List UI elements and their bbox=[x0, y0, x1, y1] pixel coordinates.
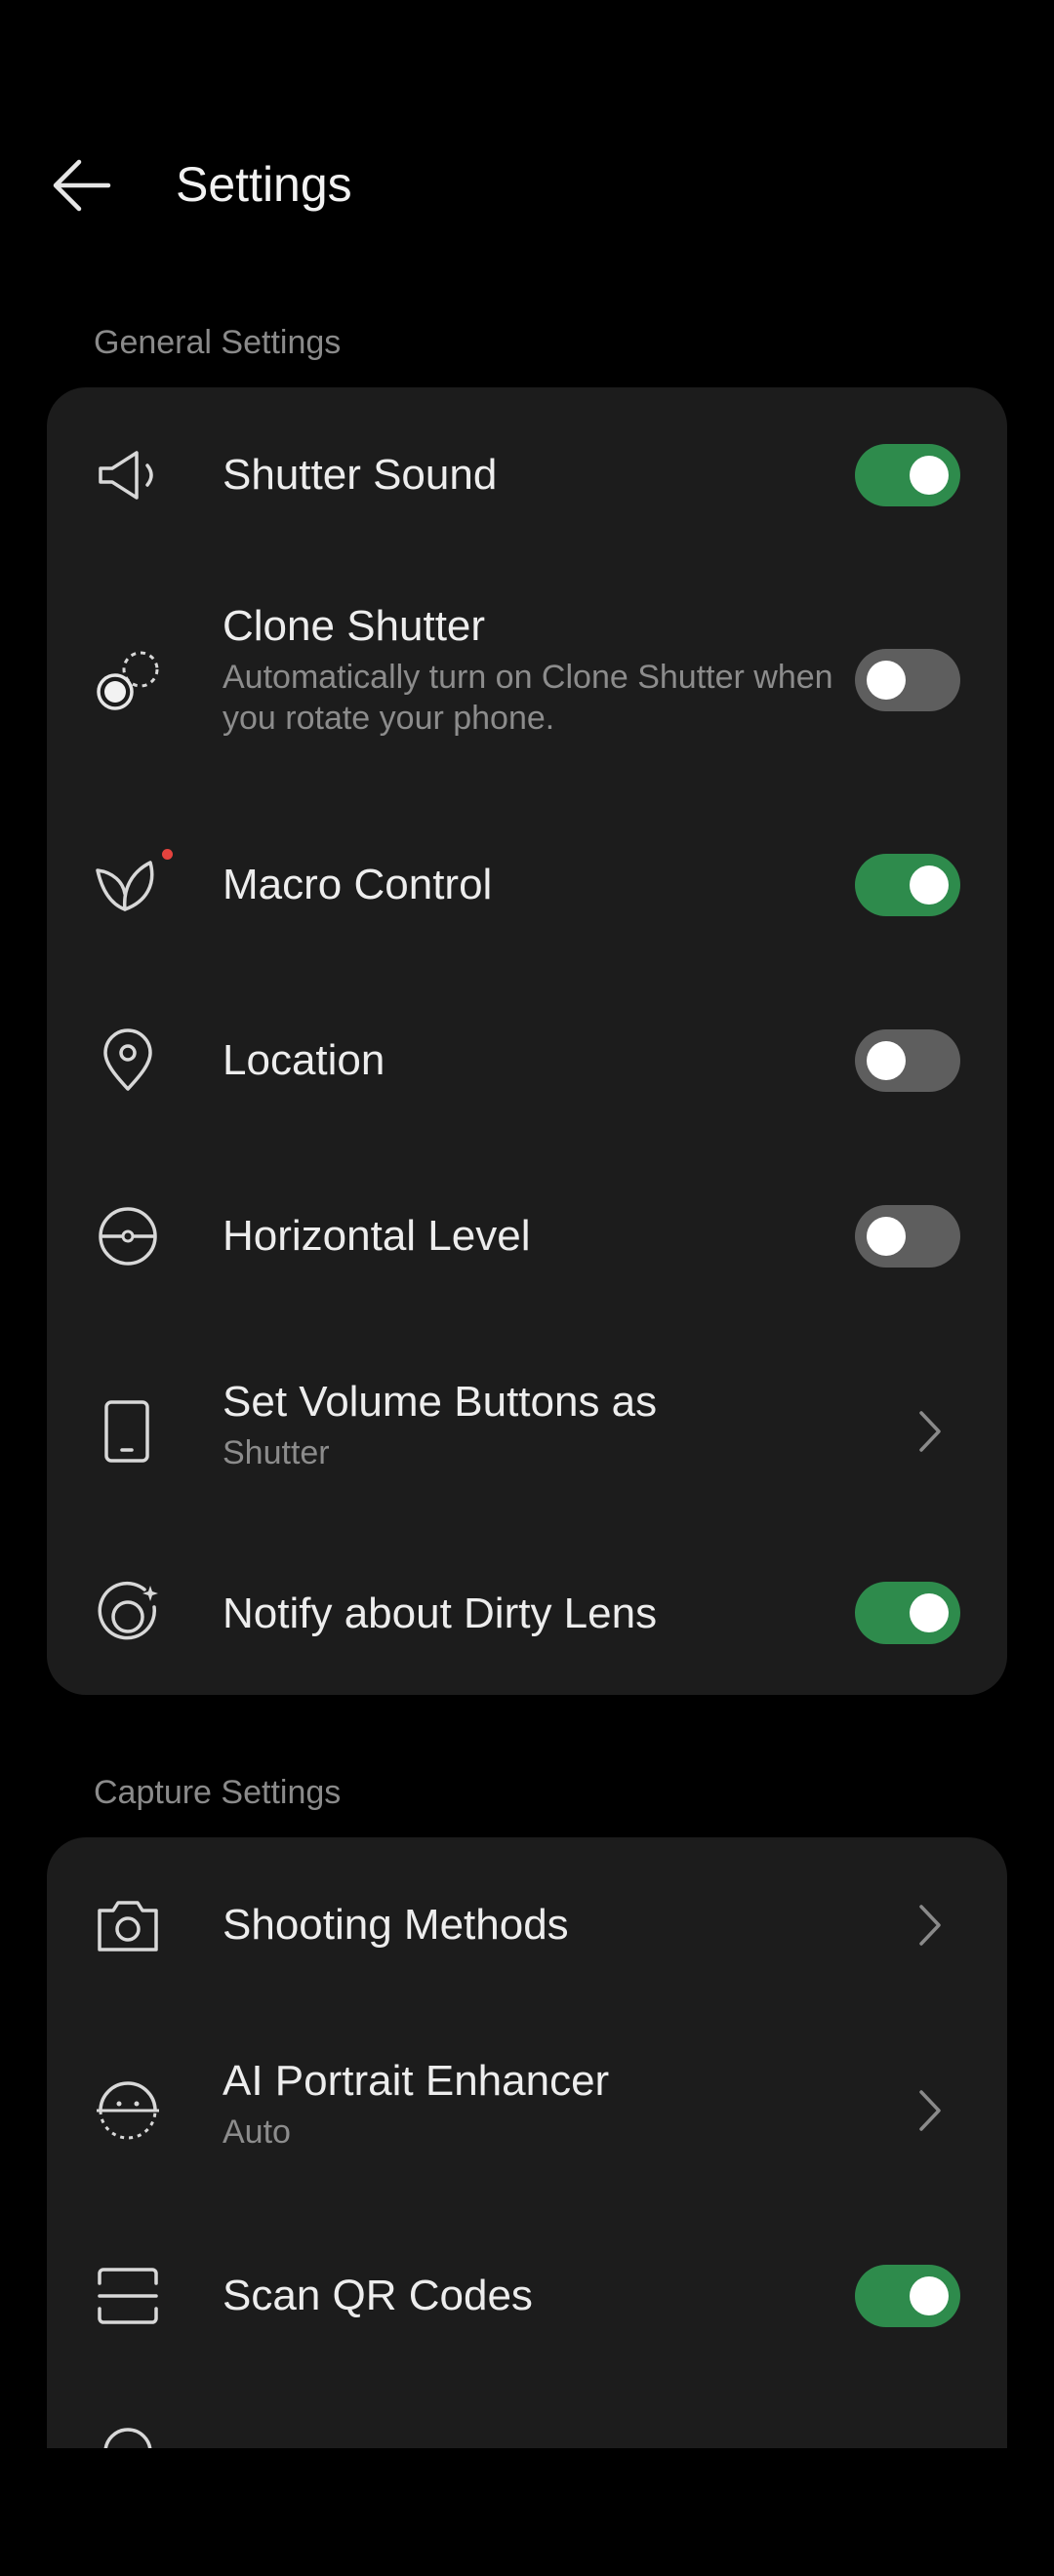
setting-volume-buttons[interactable]: Set Volume Buttons as Shutter bbox=[47, 1324, 1007, 1539]
dirty-lens-toggle[interactable] bbox=[855, 1582, 960, 1644]
speaker-icon bbox=[94, 441, 162, 509]
setting-label: Shutter Sound bbox=[223, 451, 498, 499]
capture-settings-card: Shooting Methods AI Portrait Enhancer Au… bbox=[47, 1837, 1007, 2448]
clone-shutter-toggle[interactable] bbox=[855, 649, 960, 711]
partial-icon bbox=[94, 2423, 162, 2448]
setting-label: Location bbox=[223, 1036, 385, 1084]
setting-next-partial bbox=[47, 2384, 1007, 2448]
setting-shutter-sound[interactable]: Shutter Sound bbox=[47, 387, 1007, 563]
general-settings-card: Shutter Sound Clone Shutter Automaticall… bbox=[47, 387, 1007, 1695]
setting-location[interactable]: Location bbox=[47, 973, 1007, 1148]
setting-shooting-methods[interactable]: Shooting Methods bbox=[47, 1837, 1007, 2013]
lens-icon bbox=[94, 1580, 162, 1648]
chevron-right-icon bbox=[915, 2086, 945, 2135]
leaf-icon bbox=[94, 851, 162, 919]
scan-icon bbox=[94, 2262, 162, 2330]
notification-dot bbox=[162, 849, 173, 860]
chevron-right-icon bbox=[915, 1901, 945, 1950]
section-label-capture: Capture Settings bbox=[94, 1774, 342, 1811]
phone-icon bbox=[94, 1397, 162, 1466]
setting-label: Horizontal Level bbox=[223, 1212, 531, 1260]
back-button[interactable] bbox=[47, 151, 115, 220]
top-app-bar: Settings bbox=[0, 0, 1054, 293]
setting-clone-shutter[interactable]: Clone Shutter Automatically turn on Clon… bbox=[47, 563, 1007, 797]
scan-qr-toggle[interactable] bbox=[855, 2265, 960, 2327]
horizontal-level-toggle[interactable] bbox=[855, 1205, 960, 1268]
setting-value: Auto bbox=[223, 2113, 291, 2151]
setting-horizontal-level[interactable]: Horizontal Level bbox=[47, 1148, 1007, 1324]
setting-macro-control[interactable]: Macro Control bbox=[47, 797, 1007, 973]
macro-control-toggle[interactable] bbox=[855, 854, 960, 916]
setting-label: AI Portrait Enhancer bbox=[223, 2057, 610, 2105]
location-pin-icon bbox=[94, 1026, 162, 1095]
level-icon bbox=[94, 1202, 162, 1270]
setting-label: Scan QR Codes bbox=[223, 2272, 533, 2319]
setting-label: Notify about Dirty Lens bbox=[223, 1590, 658, 1637]
shutter-sound-toggle[interactable] bbox=[855, 444, 960, 506]
setting-label: Clone Shutter bbox=[223, 602, 486, 650]
camera-icon bbox=[94, 1891, 162, 1959]
setting-label: Shooting Methods bbox=[223, 1901, 569, 1949]
location-toggle[interactable] bbox=[855, 1029, 960, 1092]
page-title: Settings bbox=[176, 157, 352, 212]
face-icon bbox=[94, 2076, 162, 2145]
setting-label: Set Volume Buttons as bbox=[223, 1378, 658, 1426]
setting-value: Shutter bbox=[223, 1434, 330, 1471]
clone-shutter-icon bbox=[94, 646, 162, 714]
setting-ai-portrait[interactable]: AI Portrait Enhancer Auto bbox=[47, 2013, 1007, 2208]
section-label-general: General Settings bbox=[94, 324, 342, 361]
setting-scan-qr[interactable]: Scan QR Codes bbox=[47, 2208, 1007, 2384]
back-arrow-icon bbox=[53, 159, 111, 212]
setting-label: Macro Control bbox=[223, 861, 493, 908]
setting-dirty-lens[interactable]: Notify about Dirty Lens bbox=[47, 1539, 1007, 1695]
chevron-right-icon bbox=[915, 1407, 945, 1456]
setting-description: Automatically turn on Clone Shutter when… bbox=[223, 659, 833, 737]
